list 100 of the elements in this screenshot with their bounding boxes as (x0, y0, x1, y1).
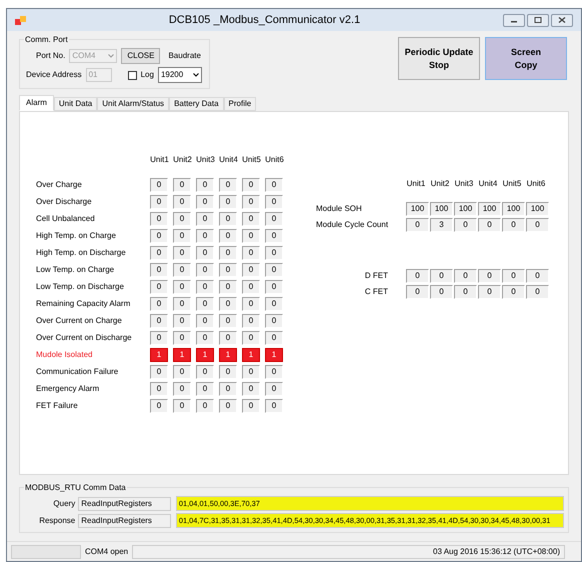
alarm-label: Cell Unbalanced (36, 213, 96, 225)
value-cell: 0 (150, 178, 168, 192)
value-cell: 0 (265, 314, 283, 328)
value-cell: 0 (265, 280, 283, 294)
value-cell: 0 (430, 285, 453, 299)
value-cell: 0 (173, 229, 191, 243)
status-panel (11, 544, 81, 558)
value-cell: 0 (242, 280, 260, 294)
value-cell: 0 (173, 297, 191, 311)
value-cell: 0 (173, 331, 191, 345)
action-button[interactable]: Screen Copy (485, 37, 567, 80)
close-button[interactable] (551, 14, 573, 26)
value-cell: 0 (265, 178, 283, 192)
value-cell: 0 (502, 269, 525, 283)
value-cell: 0 (173, 314, 191, 328)
value-cell: 100 (430, 202, 453, 216)
value-cell: 0 (196, 263, 214, 277)
alarm-label: High Temp. on Discharge (36, 247, 127, 259)
value-cell: 0 (454, 285, 477, 299)
value-cell: 0 (242, 331, 260, 345)
column-header: Unit5 (502, 178, 522, 190)
value-cell: 0 (150, 229, 168, 243)
value-cell: 0 (196, 399, 214, 413)
value-cell: 0 (265, 229, 283, 243)
value-cell: 0 (196, 314, 214, 328)
value-cell: 0 (242, 195, 260, 209)
value-cell: 0 (219, 246, 237, 260)
value-cell: 1 (150, 348, 168, 362)
app-icon (15, 14, 26, 26)
value-cell: 0 (502, 285, 525, 299)
datetime-panel: 03 Aug 2016 15:36:12 (UTC+08:00) (132, 544, 565, 558)
value-cell: 0 (526, 218, 549, 232)
maximize-icon (534, 17, 542, 23)
value-cell: 0 (265, 365, 283, 379)
value-cell: 0 (242, 212, 260, 226)
value-cell: 0 (150, 280, 168, 294)
value-cell: 0 (265, 246, 283, 260)
value-cell: 0 (242, 365, 260, 379)
value-cell: 0 (150, 297, 168, 311)
value-cell: 0 (265, 297, 283, 311)
alarm-label: Over Current on Charge (36, 315, 123, 327)
function-field[interactable]: ReadInputRegisters (78, 496, 171, 510)
value-cell: 1 (196, 348, 214, 362)
value-cell: 0 (150, 195, 168, 209)
value-cell: 0 (219, 280, 237, 294)
value-cell: 0 (242, 246, 260, 260)
value-cell: 0 (196, 365, 214, 379)
value-cell: 0 (219, 314, 237, 328)
value-cell: 0 (173, 280, 191, 294)
column-header: Unit6 (264, 154, 285, 166)
value-cell: 0 (219, 178, 237, 192)
alarm-label: Communication Failure (36, 366, 120, 378)
log-checkbox[interactable] (128, 70, 137, 80)
alarm-label: Remaining Capacity Alarm (36, 298, 132, 310)
value-cell: 0 (219, 365, 237, 379)
value-cell: 0 (196, 382, 214, 396)
value-cell: 0 (150, 263, 168, 277)
value-cell: 0 (478, 285, 501, 299)
alarm-label: Over Charge (36, 179, 83, 191)
value-cell: 0 (265, 331, 283, 345)
value-cell: 0 (265, 212, 283, 226)
fet-label: D FET (364, 270, 389, 282)
value-cell: 0 (219, 297, 237, 311)
value-cell: 0 (526, 285, 549, 299)
value-cell: 0 (265, 399, 283, 413)
value-cell: 0 (196, 280, 214, 294)
value-cell: 3 (430, 218, 453, 232)
value-cell: 0 (196, 297, 214, 311)
value-cell: 0 (196, 212, 214, 226)
value-cell: 0 (242, 399, 260, 413)
tab[interactable]: Profile (224, 97, 256, 111)
value-cell: 0 (173, 365, 191, 379)
tab[interactable]: Unit Data (54, 97, 98, 111)
value-cell: 0 (219, 195, 237, 209)
alarm-label: High Temp. on Charge (36, 230, 117, 242)
baudrate-label: Baudrate (168, 50, 201, 62)
value-cell: 0 (219, 331, 237, 345)
alarm-label: Over Discharge (36, 196, 93, 208)
alarm-label: Mudole Isolated (36, 349, 94, 361)
value-cell: 100 (406, 202, 429, 216)
maximize-button[interactable] (527, 14, 549, 26)
value-cell: 1 (219, 348, 237, 362)
tab[interactable]: Unit Alarm/Status (97, 97, 170, 111)
value-cell: 100 (478, 202, 501, 216)
value-cell: 0 (196, 229, 214, 243)
value-cell: 0 (502, 218, 525, 232)
value-cell: 100 (454, 202, 477, 216)
baudrate-dropdown[interactable]: 19200 (158, 67, 202, 83)
function-field[interactable]: ReadInputRegisters (78, 514, 171, 528)
value-cell: 0 (219, 263, 237, 277)
comm-label: Response (38, 514, 76, 526)
action-button[interactable]: Periodic Update Stop (398, 37, 480, 80)
close-port-button[interactable]: CLOSE (121, 48, 160, 64)
value-cell: 1 (173, 348, 191, 362)
value-cell: 0 (173, 195, 191, 209)
port-status: COM4 open (85, 546, 128, 558)
minimize-button[interactable] (503, 14, 525, 26)
column-header: Unit4 (218, 154, 239, 166)
tab[interactable]: Battery Data (169, 97, 224, 111)
tab[interactable]: Alarm (19, 95, 54, 111)
